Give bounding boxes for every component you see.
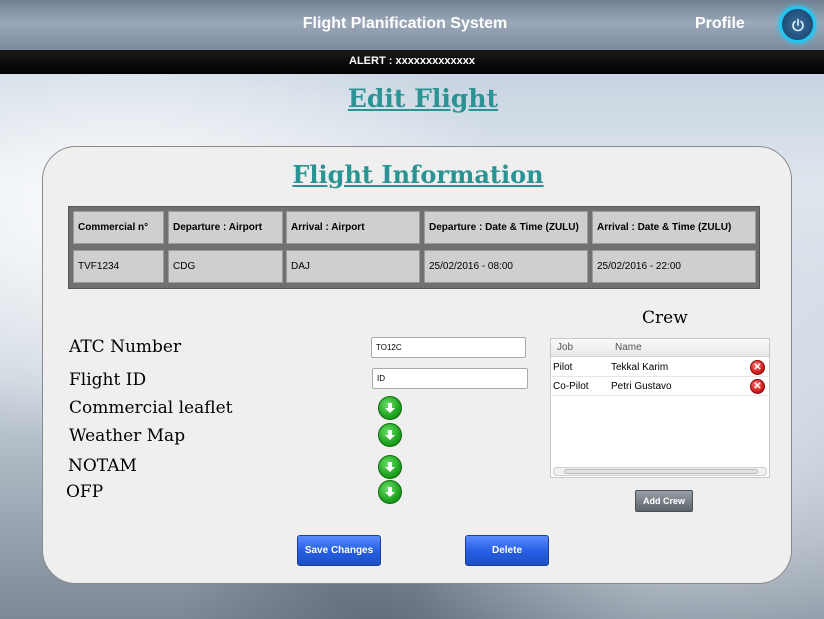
table-header-cell: Departure : Airport [168,211,283,244]
flight-id-label: Flight ID [69,370,147,390]
crew-name: Petri Gustavo [611,381,672,392]
crew-title: Crew [642,308,688,328]
table-cell: 25/02/2016 - 08:00 [424,250,588,283]
crew-column-job: Job [557,342,574,353]
download-icon [385,403,395,413]
crew-column-name: Name [615,342,642,353]
power-icon [791,18,804,31]
remove-crew-icon[interactable]: ✕ [750,360,765,375]
add-crew-button[interactable]: Add Crew [635,490,693,512]
crew-row[interactable]: Pilot Tekkal Karim ✕ [551,358,769,377]
flight-id-input[interactable] [372,368,528,389]
notam-label: NOTAM [68,456,137,476]
ofp-download-button[interactable] [378,480,402,504]
atc-number-input[interactable] [371,337,526,358]
ofp-label: OFP [66,482,104,502]
atc-number-label: ATC Number [69,337,182,357]
scrollbar-thumb[interactable] [564,469,758,474]
crew-row[interactable]: Co-Pilot Petri Gustavo ✕ [551,377,769,396]
table-header-cell: Departure : Date & Time (ZULU) [424,211,588,244]
download-icon [385,462,395,472]
delete-button[interactable]: Delete [465,535,549,566]
table-header-cell: Arrival : Date & Time (ZULU) [592,211,756,244]
table-cell: TVF1234 [73,250,164,283]
power-button[interactable] [779,6,816,43]
crew-table-header: Job Name [551,339,769,357]
page-title: Edit Flight [347,84,499,113]
commercial-leaflet-label: Commercial leaflet [69,398,233,418]
crew-horizontal-scrollbar[interactable] [553,467,767,476]
crew-job: Co-Pilot [553,381,589,392]
commercial-leaflet-download-button[interactable] [378,396,402,420]
table-header-cell: Arrival : Airport [286,211,420,244]
alert-bar: ALERT : xxxxxxxxxxxxx [0,50,824,74]
flight-info-table: Commercial n° Departure : Airport Arriva… [68,206,760,289]
crew-table: Job Name Pilot Tekkal Karim ✕ Co-Pilot P… [550,338,770,478]
crew-job: Pilot [553,362,573,373]
remove-crew-icon[interactable]: ✕ [750,379,765,394]
notam-download-button[interactable] [378,455,402,479]
weather-map-label: Weather Map [69,426,186,446]
crew-name: Tekkal Karim [611,362,669,373]
top-bar: Flight Planification System Profile [0,0,824,50]
save-changes-button[interactable]: Save Changes [297,535,381,566]
table-cell: DAJ [286,250,420,283]
download-icon [385,430,395,440]
weather-map-download-button[interactable] [378,423,402,447]
flight-card: Flight Information Commercial n° Departu… [42,146,792,584]
table-header-cell: Commercial n° [73,211,164,244]
table-cell: CDG [168,250,283,283]
app-title: Flight Planification System [302,15,508,32]
download-icon [385,487,395,497]
section-title: Flight Information [292,160,544,189]
table-cell: 25/02/2016 - 22:00 [592,250,756,283]
profile-link[interactable]: Profile [695,15,745,33]
